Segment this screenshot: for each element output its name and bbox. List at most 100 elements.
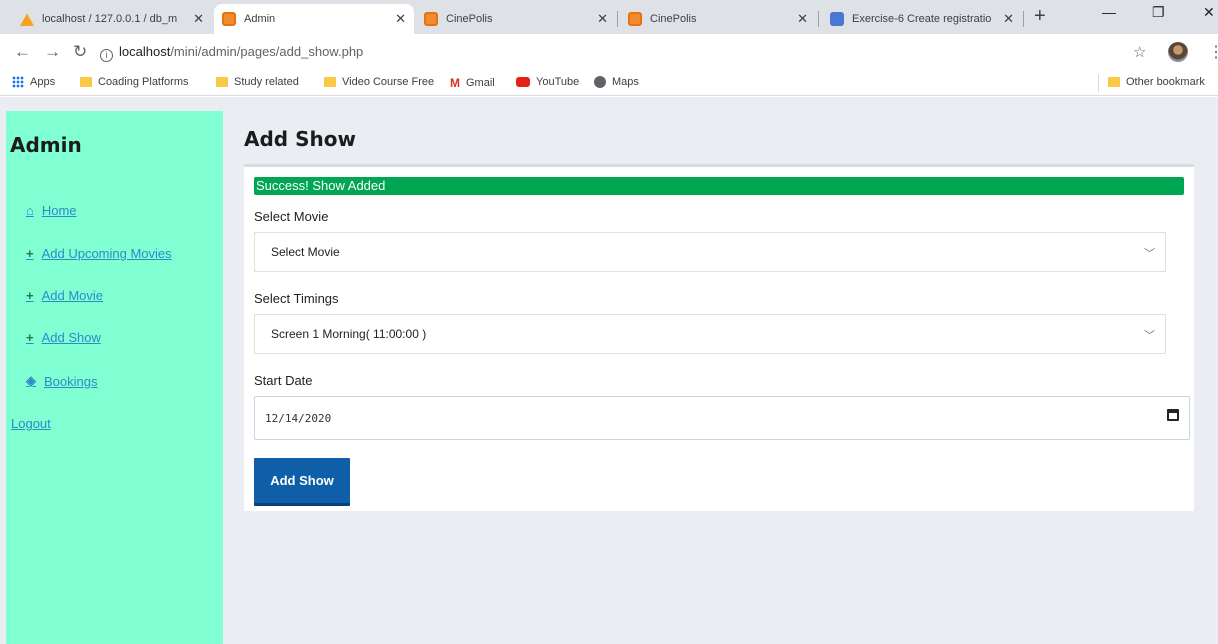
sidebar-item-home[interactable]: ⌂ Home	[26, 203, 77, 218]
bookmark-gmail[interactable]: M Gmail	[450, 76, 495, 90]
plus-icon: +	[26, 330, 34, 345]
youtube-icon	[516, 77, 530, 87]
close-icon[interactable]: ✕	[797, 11, 808, 27]
sidebar-item-logout[interactable]: Logout	[11, 416, 51, 431]
gmail-icon: M	[450, 76, 460, 90]
close-icon[interactable]: ✕	[395, 11, 406, 27]
plus-icon: +	[26, 288, 34, 303]
bookmark-label: Video Course Free	[342, 76, 435, 88]
sidebar-item-label: Add Show	[41, 330, 101, 345]
chevron-down-icon: ﹀	[1144, 330, 1155, 342]
plus-icon: +	[26, 246, 34, 261]
url-path: /mini/admin/pages/add_show.php	[170, 44, 364, 59]
folder-icon	[216, 77, 228, 87]
bookmark-maps[interactable]: Maps	[594, 76, 639, 88]
bookmark-coading-platforms[interactable]: Coading Platforms	[80, 76, 189, 88]
select-timings-label: Select Timings	[254, 291, 339, 306]
success-alert: Success! Show Added	[254, 177, 1184, 195]
bookmark-video-course-free[interactable]: Video Course Free	[324, 76, 434, 88]
bookmark-label: YouTube	[536, 76, 580, 88]
sidebar-item-label: Add Movie	[41, 288, 104, 303]
restore-icon[interactable]: ❐	[1152, 4, 1165, 21]
address-bar-row: ← → ↻ i localhost/mini/admin/pages/add_sh…	[0, 34, 1218, 70]
add-show-button[interactable]: Add Show	[254, 458, 350, 506]
bookmarks-bar: Apps Coading Platforms Study related Vid…	[0, 70, 1218, 96]
timings-select-value: Screen 1 Morning( 11:00:00 )	[271, 327, 427, 341]
sidebar-item-add-movie[interactable]: + Add Movie	[26, 288, 103, 303]
bookmark-label: Other bookmark	[1126, 76, 1205, 88]
minimize-icon[interactable]: —	[1102, 4, 1116, 20]
home-icon: ⌂	[26, 203, 34, 218]
address-bar[interactable]: i localhost/mini/admin/pages/add_show.php	[100, 44, 363, 62]
start-date-label: Start Date	[254, 373, 313, 388]
close-window-icon[interactable]: ✕	[1203, 4, 1215, 21]
browser-tab-cinepolis-1[interactable]: CinePolis ✕	[416, 4, 616, 34]
tab-title: Admin	[244, 13, 276, 25]
browser-tab-phpmyadmin[interactable]: localhost / 127.0.0.1 / db_m ✕	[12, 4, 212, 34]
maps-icon	[594, 76, 606, 88]
bookmark-label: Gmail	[466, 77, 495, 89]
tag-icon: ◈	[26, 373, 36, 388]
movie-select-value: Select Movie	[271, 245, 340, 259]
tab-divider	[818, 11, 819, 27]
bookmark-label: Maps	[612, 76, 639, 88]
timings-select[interactable]: Screen 1 Morning( 11:00:00 ) ﹀	[254, 314, 1166, 354]
add-show-form: Success! Show Added Select Movie Select …	[244, 164, 1194, 511]
menu-kebab-icon[interactable]: ⋮	[1208, 42, 1218, 62]
sidebar-item-label: Logout	[11, 416, 51, 431]
tab-title: Exercise-6 Create registratio	[852, 13, 992, 25]
close-icon[interactable]: ✕	[597, 11, 608, 27]
tab-title: localhost / 127.0.0.1 / db_m	[42, 13, 178, 25]
bookmark-star-icon[interactable]: ☆	[1133, 43, 1146, 61]
sidebar-brand: Admin	[10, 133, 82, 157]
bookmark-label: Study related	[234, 76, 299, 88]
close-icon[interactable]: ✕	[193, 11, 204, 27]
admin-sidebar: Admin ⌂ Home + Add Upcoming Movies + Add Mo…	[6, 111, 223, 644]
folder-icon	[324, 77, 336, 87]
tab-divider	[1023, 11, 1024, 27]
site-favicon-icon	[222, 12, 236, 26]
calendar-icon[interactable]	[1167, 409, 1179, 421]
folder-icon	[80, 77, 92, 87]
new-tab-icon[interactable]: +	[1034, 5, 1046, 28]
folder-icon	[1108, 77, 1120, 87]
phpmyadmin-icon	[20, 13, 34, 26]
chevron-down-icon: ﹀	[1144, 248, 1155, 260]
forward-icon[interactable]: →	[44, 42, 61, 62]
start-date-value: 12/14/2020	[265, 412, 332, 425]
bookmark-other[interactable]: Other bookmark	[1108, 76, 1205, 88]
url-host: localhost	[119, 44, 171, 59]
movie-select[interactable]: Select Movie ﹀	[254, 232, 1166, 272]
sidebar-item-label: Add Upcoming Movies	[41, 246, 172, 261]
back-icon[interactable]: ←	[14, 42, 31, 62]
sidebar-item-add-show[interactable]: + Add Show	[26, 330, 101, 345]
tab-title: CinePolis	[446, 13, 493, 25]
close-icon[interactable]: ✕	[1003, 11, 1014, 27]
tab-title: CinePolis	[650, 13, 697, 25]
sidebar-item-add-upcoming-movies[interactable]: + Add Upcoming Movies	[26, 246, 172, 261]
bookmark-label: Coading Platforms	[98, 76, 189, 88]
page-content: Admin ⌂ Home + Add Upcoming Movies + Add Mo…	[0, 97, 1218, 644]
bookmark-youtube[interactable]: YouTube	[516, 76, 579, 88]
tab-divider	[617, 11, 618, 27]
bookmarks-divider	[1098, 74, 1099, 92]
reload-icon[interactable]: ↻	[73, 42, 87, 62]
page-title: Add Show	[244, 127, 356, 151]
start-date-input[interactable]: 12/14/2020	[254, 396, 1190, 440]
site-favicon-icon	[628, 12, 642, 26]
browser-tab-admin[interactable]: Admin ✕	[214, 4, 414, 34]
browser-tab-strip: localhost / 127.0.0.1 / db_m ✕ Admin ✕ C…	[0, 0, 1218, 34]
site-favicon-icon	[424, 12, 438, 26]
apps-grid-icon	[12, 76, 24, 88]
profile-avatar[interactable]	[1168, 42, 1188, 62]
bookmark-study-related[interactable]: Study related	[216, 76, 299, 88]
bookmark-label: Apps	[30, 76, 56, 88]
bookmark-apps[interactable]: Apps	[12, 76, 55, 88]
sidebar-item-label: Bookings	[44, 373, 98, 389]
sidebar-item-bookings[interactable]: ◈ Bookings	[26, 373, 97, 389]
select-movie-label: Select Movie	[254, 209, 329, 224]
browser-tab-cinepolis-2[interactable]: CinePolis ✕	[620, 4, 816, 34]
browser-tab-exercise[interactable]: Exercise-6 Create registratio ✕	[822, 4, 1022, 34]
sidebar-item-label: Home	[41, 203, 77, 218]
site-info-icon[interactable]: i	[100, 49, 113, 62]
